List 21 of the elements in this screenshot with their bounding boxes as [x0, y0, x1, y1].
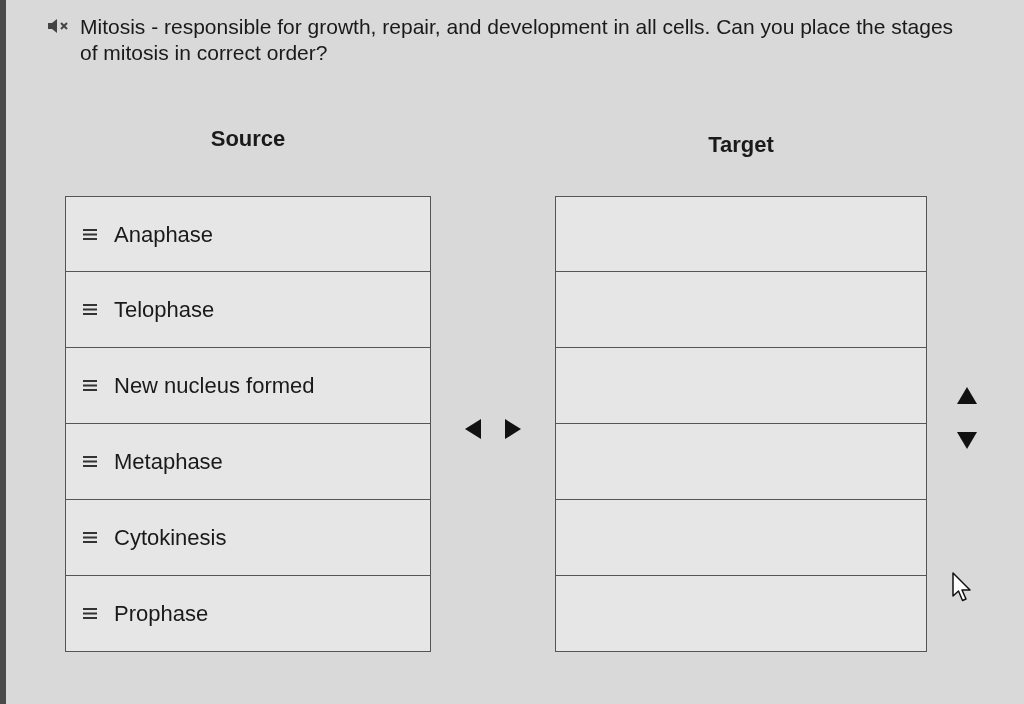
source-item[interactable]: Anaphase: [65, 196, 431, 272]
up-triangle-icon[interactable]: [957, 387, 977, 404]
drop-slot[interactable]: [555, 196, 927, 272]
source-item[interactable]: Metaphase: [65, 424, 431, 500]
grip-lines-icon: [83, 228, 97, 240]
down-triangle-icon[interactable]: [957, 432, 977, 449]
grip-lines-icon: [83, 304, 97, 315]
source-heading: Source: [210, 125, 286, 148]
source-item[interactable]: Cytokinesis: [65, 500, 431, 576]
grip-lines-icon: [83, 532, 97, 543]
source-item[interactable]: Telophase: [65, 272, 431, 348]
grip-lines-icon: [83, 456, 97, 467]
right-triangle-icon[interactable]: [505, 419, 521, 439]
left-triangle-icon[interactable]: [465, 419, 481, 439]
muted-speaker-icon[interactable]: [48, 19, 70, 33]
grip-lines-icon: [83, 608, 97, 619]
question-text: Mitosis - responsible for growth, repair, and development in all cells. Can you place the stages of mitosis in correct order?: [80, 14, 955, 66]
grip-lines-icon: [83, 380, 97, 391]
cursor-icon: [952, 572, 972, 602]
source-item[interactable]: New nucleus formed: [65, 348, 431, 424]
source-item[interactable]: Prophase: [65, 576, 431, 652]
